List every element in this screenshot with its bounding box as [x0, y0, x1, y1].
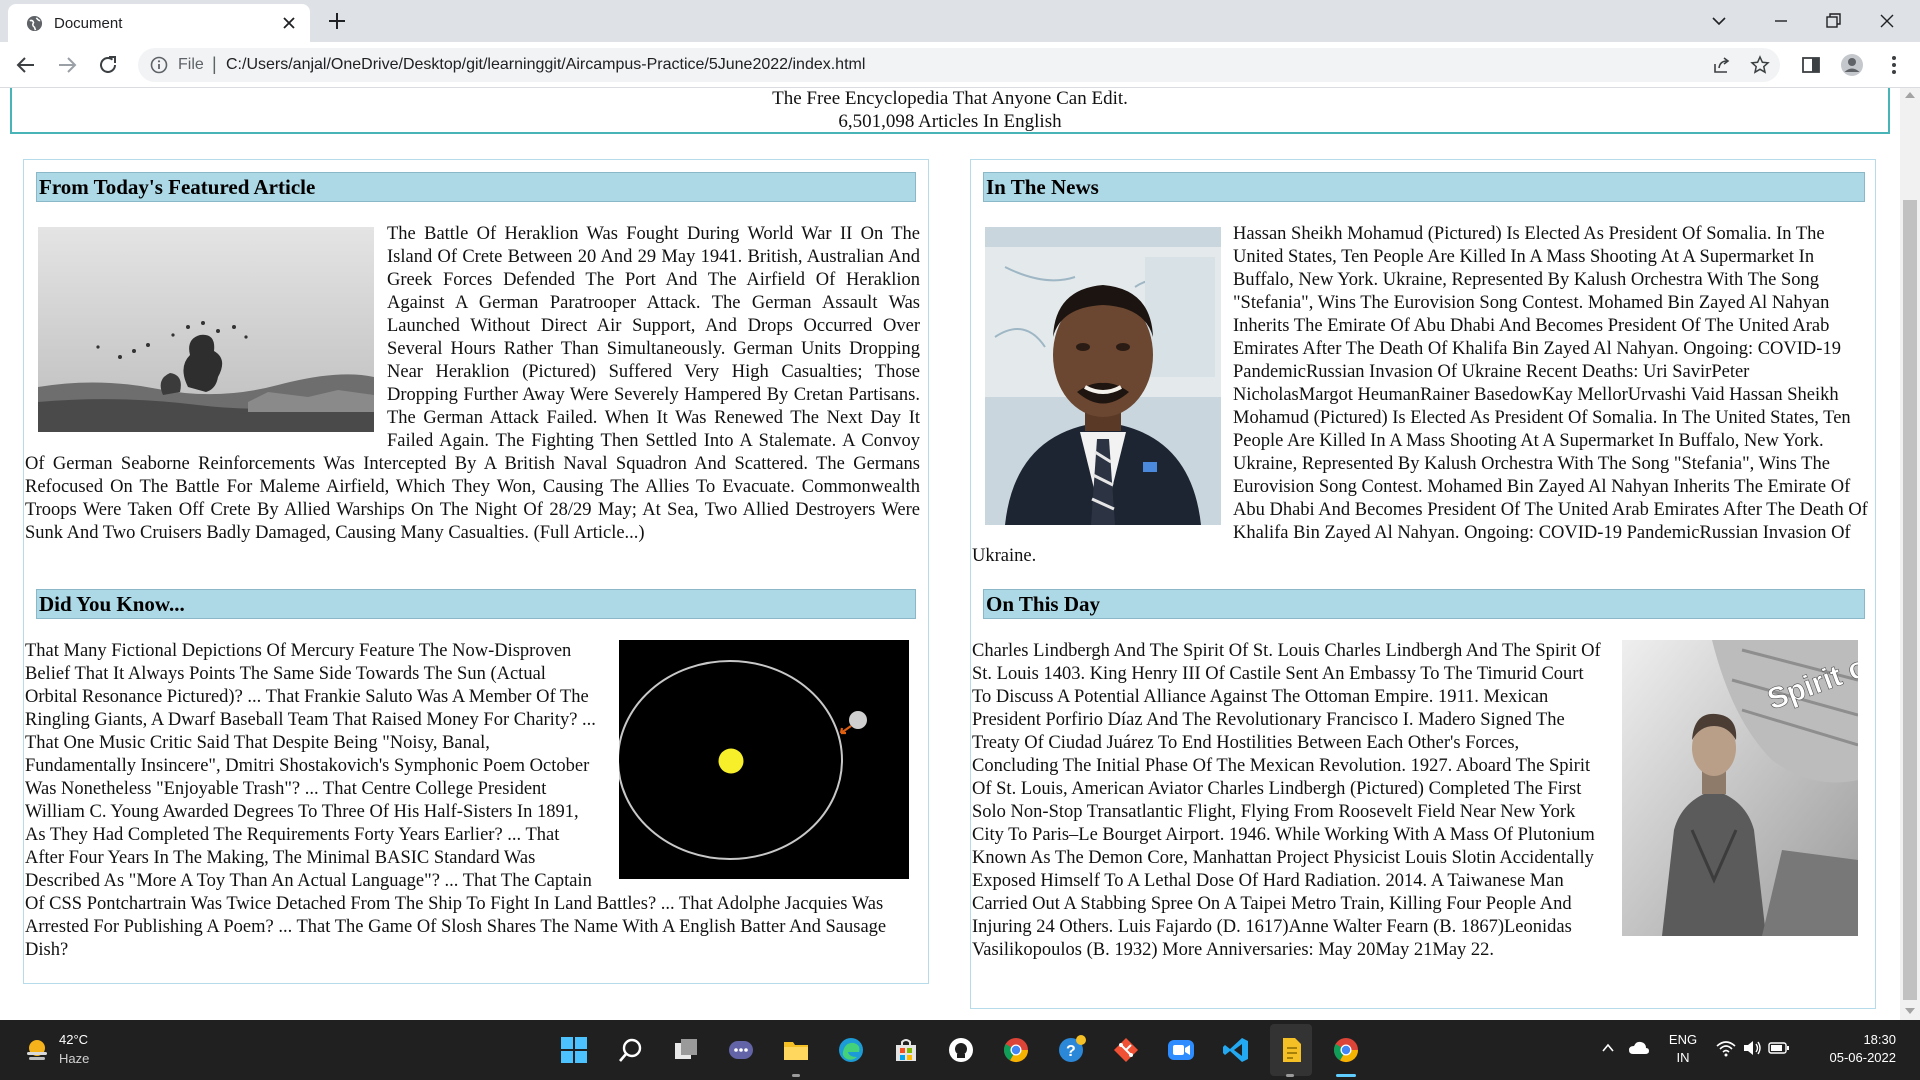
file-explorer-icon[interactable]: [782, 1036, 810, 1064]
left-column: From Today's Featured Article The Battle…: [23, 159, 929, 984]
address-url[interactable]: C:/Users/anjal/OneDrive/Desktop/git/lear…: [226, 56, 865, 74]
site-header: The Free Encyclopedia That Anyone Can Ed…: [10, 88, 1890, 134]
browser-tab[interactable]: Document: [8, 4, 310, 42]
article-count: 6,501,098 Articles In English: [838, 111, 1062, 132]
svg-text:?: ?: [1066, 1043, 1076, 1060]
task-view-icon[interactable]: [672, 1036, 700, 1064]
zoom-icon[interactable]: [1167, 1036, 1195, 1064]
page-viewport: The Free Encyclopedia That Anyone Can Ed…: [0, 88, 1900, 1020]
github-icon[interactable]: [947, 1036, 975, 1064]
on-this-day-text: Charles Lindbergh And The Spirit Of St. …: [972, 641, 1601, 960]
sticky-notes-icon[interactable]: [1277, 1036, 1305, 1064]
paratroopers-photo: [38, 227, 374, 432]
clock[interactable]: 18:30 05-06-2022: [1812, 1032, 1897, 1065]
did-you-know-body: That Many Fictional Depictions Of Mercur…: [25, 640, 920, 962]
running-app-indicator: [792, 1074, 800, 1077]
running-app-indicator: [1286, 1074, 1294, 1077]
microsoft-store-icon[interactable]: [892, 1036, 920, 1064]
president-portrait-photo: [985, 227, 1221, 525]
in-the-news-body: Hassan Sheikh Mohamud (Pictured) Is Elec…: [972, 223, 1869, 568]
side-panel-icon[interactable]: [1799, 53, 1823, 77]
language-code: ENG: [1668, 1032, 1698, 1047]
on-this-day-body: Spirit of St. Louis Charles Lindbergh An…: [972, 640, 1869, 962]
language-indicator[interactable]: ENG IN: [1668, 1032, 1698, 1065]
tab-title: Document: [54, 15, 123, 32]
profile-avatar-icon[interactable]: [1840, 53, 1864, 77]
vscode-icon[interactable]: [1222, 1036, 1250, 1064]
weather-haze-icon[interactable]: [24, 1037, 50, 1063]
back-arrow-icon[interactable]: [14, 53, 38, 77]
new-tab-plus-icon[interactable]: [326, 10, 348, 32]
on-this-day-heading: On This Day: [983, 589, 1865, 619]
more-menu-icon[interactable]: [1882, 53, 1906, 77]
chrome-icon[interactable]: [1002, 1036, 1030, 1064]
chrome-active-icon[interactable]: [1332, 1036, 1360, 1064]
search-icon[interactable]: [617, 1036, 645, 1064]
address-separator: |: [212, 54, 217, 74]
lindbergh-photo: Spirit of St. Louis: [1622, 640, 1858, 936]
volume-icon[interactable]: [1742, 1039, 1762, 1057]
edge-browser-icon[interactable]: [837, 1036, 865, 1064]
onedrive-cloud-icon[interactable]: [1628, 1038, 1650, 1058]
address-scheme-label: File: [178, 56, 204, 73]
site-info-icon[interactable]: [150, 56, 168, 74]
weather-temperature[interactable]: 42°C: [59, 1032, 88, 1047]
featured-article-heading: From Today's Featured Article: [36, 172, 916, 202]
get-help-icon[interactable]: ?: [1057, 1034, 1087, 1064]
clock-time: 18:30: [1863, 1032, 1896, 1047]
share-icon[interactable]: [1712, 55, 1732, 75]
bookmark-star-icon[interactable]: [1750, 55, 1770, 75]
active-app-indicator: [1336, 1074, 1356, 1077]
region-code: IN: [1676, 1050, 1690, 1065]
clock-date: 05-06-2022: [1829, 1050, 1897, 1065]
mercury-orbit-animation: [619, 640, 909, 879]
right-column: In The News Hassan Sheikh Mohamud (Pictu…: [970, 159, 1876, 1009]
site-tagline: The Free Encyclopedia That Anyone Can Ed…: [772, 88, 1128, 109]
featured-article-body: The Battle Of Heraklion Was Fought Durin…: [25, 223, 920, 545]
address-bar[interactable]: File | C:/Users/anjal/OneDrive/Desktop/g…: [138, 48, 1780, 82]
minimize-icon[interactable]: [1770, 10, 1792, 32]
did-you-know-heading: Did You Know...: [36, 589, 916, 619]
start-windows-icon[interactable]: [560, 1036, 588, 1064]
scroll-down-arrow-icon[interactable]: [1905, 1008, 1915, 1014]
browser-tab-bar: Document: [0, 0, 1920, 42]
forward-arrow-icon[interactable]: [55, 53, 79, 77]
globe-icon: [26, 15, 43, 32]
chevron-up-icon[interactable]: [1600, 1040, 1616, 1056]
windows-taskbar: 42°C Haze ? ENG IN 18:30 05-06-2022: [0, 1020, 1920, 1080]
reload-icon[interactable]: [96, 53, 120, 77]
tab-search-chevron-icon[interactable]: [1708, 10, 1730, 32]
wifi-icon[interactable]: [1716, 1039, 1736, 1057]
page-scrollbar[interactable]: [1900, 88, 1920, 1020]
battery-icon[interactable]: [1768, 1040, 1790, 1056]
close-tab-icon[interactable]: [280, 14, 298, 32]
browser-toolbar: File | C:/Users/anjal/OneDrive/Desktop/g…: [0, 42, 1920, 88]
scrollbar-thumb[interactable]: [1903, 200, 1917, 1000]
weather-condition[interactable]: Haze: [59, 1051, 89, 1066]
git-kraken-icon[interactable]: [1112, 1036, 1140, 1064]
scroll-up-arrow-icon[interactable]: [1905, 92, 1915, 98]
close-window-icon[interactable]: [1876, 10, 1898, 32]
in-the-news-heading: In The News: [983, 172, 1865, 202]
restore-icon[interactable]: [1822, 10, 1844, 32]
teams-chat-icon[interactable]: [727, 1036, 755, 1064]
